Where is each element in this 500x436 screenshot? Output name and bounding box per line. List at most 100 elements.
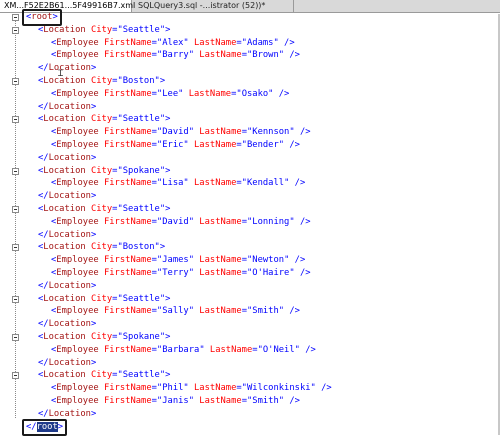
location-element-name: Location — [43, 370, 86, 381]
attribute-quote: =" — [112, 114, 123, 125]
collapse-toggle-icon[interactable] — [12, 14, 19, 21]
collapse-toggle-icon[interactable] — [12, 116, 19, 124]
employee-line[interactable]: <Employee FirstName="David" LastName="Lo… — [51, 216, 311, 229]
lastname-attribute-name: LastName — [194, 50, 242, 61]
location-close-line[interactable]: </Location> — [38, 152, 96, 165]
city-attribute-name: City — [85, 24, 113, 35]
employee-line[interactable]: <Employee FirstName="Barry" LastName="Br… — [51, 49, 300, 62]
xml-editor-window: XM...F52E2B61...5F49916B7.xml SQLQuery3.… — [0, 0, 500, 436]
collapse-toggle-icon[interactable] — [12, 26, 19, 34]
location-close-line[interactable]: </Location> — [38, 62, 96, 75]
location-open-line[interactable]: <Location City="Seattle"> — [38, 369, 170, 382]
tag-bracket: " /> — [268, 88, 290, 99]
location-close-line[interactable]: </Location> — [38, 280, 96, 293]
location-open-line[interactable]: <Location City="Seattle"> — [38, 203, 170, 216]
collapse-toggle-icon[interactable] — [12, 372, 19, 380]
collapse-toggle-icon[interactable] — [12, 78, 19, 85]
first-name-value: Alex — [162, 37, 184, 48]
employee-line[interactable]: <Employee FirstName="Eric" LastName="Ben… — [51, 139, 300, 152]
location-open-line[interactable]: <Location City="Seattle"> — [38, 113, 170, 126]
employee-line[interactable]: <Employee FirstName="Janis" LastName="Sm… — [51, 395, 300, 408]
attribute-quote: =" — [151, 140, 163, 150]
collapse-toggle-icon[interactable] — [12, 295, 19, 303]
lastname-attribute-name: LastName — [194, 306, 242, 317]
employee-line[interactable]: <Employee FirstName="Lee" LastName="Osak… — [51, 88, 289, 101]
firstname-attribute-name: FirstName — [98, 268, 152, 278]
tag-bracket: " /> — [289, 127, 311, 138]
tag-bracket: " /> — [310, 383, 332, 394]
city-value: Spokane — [122, 332, 160, 342]
city-attribute-name: City — [85, 293, 113, 304]
tag-bracket: > — [90, 408, 97, 419]
tag-bracket: "> — [159, 293, 171, 304]
attribute-quote: =" — [151, 127, 163, 138]
attribute-quote: =" — [151, 178, 163, 189]
tag-bracket: "> — [159, 24, 171, 35]
location-close-line[interactable]: </Location> — [38, 229, 96, 242]
first-name-value: Eric — [162, 140, 184, 150]
location-element-name: Location — [48, 229, 91, 240]
collapse-toggle-icon[interactable] — [12, 167, 19, 175]
last-name-value: Kennson — [252, 127, 290, 138]
city-value: Seattle — [122, 293, 160, 304]
location-close-line[interactable]: </Location> — [38, 318, 96, 331]
attribute-quote: =" — [151, 306, 163, 317]
last-name-value: Smith — [252, 306, 279, 317]
tab-sql-query[interactable]: SQLQuery3.sql -...istrator (52))* — [134, 0, 294, 12]
employee-line[interactable]: <Employee FirstName="James" LastName="Ne… — [51, 254, 305, 267]
city-attribute-name: City — [85, 370, 113, 381]
attribute-quote: =" — [241, 127, 253, 138]
employee-line[interactable]: <Employee FirstName="Phil" LastName="Wil… — [51, 382, 332, 395]
collapse-toggle-icon[interactable] — [12, 244, 19, 252]
city-attribute-name: City — [85, 204, 113, 214]
attribute-quote: =" — [241, 255, 253, 266]
location-close-line[interactable]: </Location> — [38, 357, 96, 370]
attribute-quote: =" — [241, 50, 253, 61]
location-close-line[interactable]: </Location> — [38, 101, 96, 114]
city-value: Boston — [122, 76, 155, 86]
tag-bracket: </ — [38, 280, 49, 291]
attribute-quote: =" — [112, 24, 123, 35]
first-name-value: David — [162, 216, 189, 227]
location-close-line[interactable]: </Location> — [38, 190, 96, 203]
employee-element-name: Employee — [56, 306, 99, 317]
location-element-name: Location — [43, 293, 86, 304]
attribute-quote: =" — [151, 396, 163, 406]
attribute-quote: =" — [112, 332, 123, 342]
employee-element-name: Employee — [56, 216, 99, 227]
city-value: Seattle — [122, 370, 160, 381]
location-open-line[interactable]: <Location City="Boston"> — [38, 241, 165, 254]
tag-bracket: </ — [38, 101, 49, 112]
employee-line[interactable]: <Employee FirstName="David" LastName="Ke… — [51, 126, 311, 139]
tag-bracket: " /> — [294, 344, 316, 355]
lastname-attribute-name: LastName — [194, 127, 242, 138]
employee-line[interactable]: <Employee FirstName="Terry" LastName="O'… — [51, 267, 311, 280]
location-open-line[interactable]: <Location City="Seattle"> — [38, 293, 170, 306]
tag-bracket: "> — [159, 204, 171, 214]
collapse-toggle-icon[interactable] — [12, 334, 19, 341]
firstname-attribute-name: FirstName — [98, 37, 152, 48]
location-open-line[interactable]: <Location City="Spokane"> — [38, 331, 170, 344]
tab-xml-result[interactable]: XM...F52E2B61...5F49916B7.xml — [0, 0, 135, 12]
collapse-toggle-icon[interactable] — [12, 206, 19, 213]
employee-line[interactable]: <Employee FirstName="Sally" LastName="Sm… — [51, 305, 300, 318]
attribute-quote: =" — [112, 242, 123, 253]
employee-line[interactable]: <Employee FirstName="Barbara" LastName="… — [51, 344, 316, 357]
tag-bracket: " /> — [273, 37, 295, 48]
employee-element-name: Employee — [56, 50, 99, 61]
tag-bracket: "> — [159, 114, 171, 125]
attribute-quote: =" — [236, 383, 247, 394]
employee-line[interactable]: <Employee FirstName="Lisa" LastName="Ken… — [51, 177, 305, 190]
location-open-line[interactable]: <Location City="Spokane"> — [38, 165, 170, 178]
firstname-attribute-name: FirstName — [98, 50, 152, 61]
firstname-attribute-name: FirstName — [98, 178, 152, 189]
city-attribute-name: City — [85, 242, 113, 253]
attribute-quote: =" — [236, 140, 247, 150]
tag-bracket: > — [90, 229, 97, 240]
tag-bracket: " /> — [289, 268, 311, 278]
tag-bracket: > — [90, 319, 97, 330]
attribute-quote: =" — [241, 216, 253, 227]
attribute-quote: =" — [231, 88, 242, 99]
tag-bracket: > — [90, 152, 97, 163]
employee-line[interactable]: <Employee FirstName="Alex" LastName="Ada… — [51, 37, 295, 50]
